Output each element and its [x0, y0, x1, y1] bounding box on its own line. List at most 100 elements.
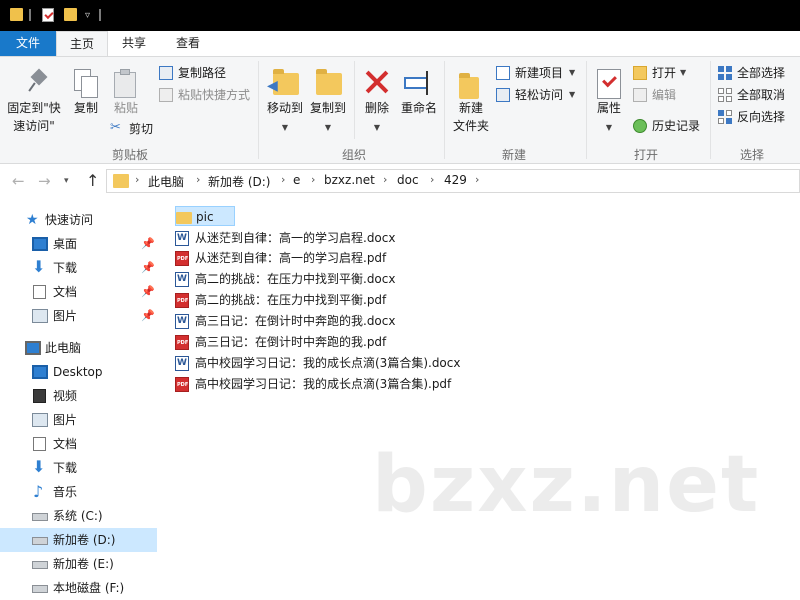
select-none-icon	[718, 88, 732, 102]
edit-icon	[633, 88, 647, 102]
breadcrumb-drive-d[interactable]: 新加卷 (D:)	[208, 173, 270, 190]
group-divider	[710, 61, 711, 159]
properties-button[interactable]: 属性 ▼	[591, 63, 627, 137]
sidebar-item-label: 视频	[53, 389, 78, 403]
chevron-down-icon: ▼	[324, 123, 332, 132]
breadcrumb-separator-icon[interactable]: ›	[135, 173, 139, 186]
forward-arrow-icon[interactable]: →	[38, 172, 51, 190]
chevron-down-icon: ▼	[373, 123, 381, 132]
sidebar-item-label: 新加卷 (E:)	[53, 557, 114, 571]
breadcrumb-bzxz[interactable]: bzxz.net	[324, 173, 375, 187]
breadcrumb-separator-icon[interactable]: ›	[196, 173, 200, 186]
history-label: 历史记录	[652, 119, 701, 133]
sidebar-item-pc-downloads[interactable]: ⬇ 下载	[0, 456, 157, 480]
select-all-label: 全部选择	[737, 66, 786, 80]
new-folder-button[interactable]: 新建 文件夹	[449, 63, 493, 135]
folder-icon[interactable]	[10, 8, 23, 21]
sidebar-item-drive-d[interactable]: 新加卷 (D:)	[0, 528, 157, 552]
tab-home[interactable]: 主页	[56, 31, 108, 56]
select-all-icon	[718, 66, 732, 80]
copy-button[interactable]: 复制	[68, 63, 104, 117]
properties-check-icon[interactable]	[42, 8, 54, 22]
toolbar-separator	[99, 9, 101, 21]
pin-icon[interactable]: 📌	[141, 280, 155, 304]
new-folder-label-line1: 新建	[458, 101, 483, 115]
navigation-bar: ← → ▾ ↑ › 此电脑 › 新加卷 (D:) › e › bzxz.net …	[0, 165, 800, 198]
pin-icon[interactable]: 📌	[141, 304, 155, 328]
sidebar-item-this-pc[interactable]: 此电脑	[0, 336, 157, 360]
sidebar-item-pc-desktop[interactable]: Desktop	[0, 360, 157, 384]
title-bar: ▿	[0, 0, 800, 31]
drive-icon	[32, 513, 48, 521]
new-folder-icon[interactable]	[64, 8, 77, 21]
word-document-icon	[175, 311, 189, 331]
back-arrow-icon[interactable]: ←	[12, 172, 25, 190]
select-group-label: 选择	[739, 148, 764, 162]
sidebar-item-label: 新加卷 (D:)	[53, 533, 116, 547]
breadcrumb-separator-icon[interactable]: ›	[383, 173, 387, 186]
pin-label-line2: 速访问"	[13, 119, 55, 133]
pin-icon[interactable]: 📌	[141, 232, 155, 256]
history-clock-icon	[633, 119, 647, 133]
delete-x-icon	[364, 69, 390, 95]
watermark: bzxz.net	[372, 440, 761, 530]
rename-button[interactable]: 重命名	[398, 63, 440, 117]
file-list: pic 从迷茫到自律：高一的学习启程.docx 从迷茫到自律：高一的学习启程.p…	[157, 198, 800, 600]
breadcrumb-doc[interactable]: doc	[397, 173, 419, 187]
sidebar-item-downloads[interactable]: ⬇ 下载 📌	[0, 256, 157, 280]
sidebar-item-videos[interactable]: 视频	[0, 384, 157, 408]
copy-to-button[interactable]: 复制到 ▼	[306, 63, 350, 137]
pin-icon[interactable]: 📌	[141, 256, 155, 280]
new-item-icon	[496, 66, 510, 80]
up-arrow-icon[interactable]: ↑	[86, 171, 99, 190]
download-icon: ⬇	[32, 457, 46, 476]
sidebar-item-drive-c[interactable]: 系统 (C:)	[0, 504, 157, 528]
address-bar[interactable]: › 此电脑 › 新加卷 (D:) › e › bzxz.net › doc › …	[106, 169, 800, 193]
copy-icon	[74, 69, 98, 99]
list-item[interactable]: pic	[175, 206, 235, 226]
new-group-label: 新建	[501, 148, 526, 162]
copy-folder-icon	[316, 69, 342, 95]
organize-group-label: 组织	[341, 148, 366, 162]
chevron-down-icon: ▼	[605, 123, 613, 132]
navigation-pane: ★ 快速访问 桌面 📌 ⬇ 下载 📌 文档 📌 图片 📌 此电脑 Desktop…	[0, 198, 157, 600]
customize-toolbar-dropdown-icon[interactable]: ▿	[85, 10, 90, 21]
sidebar-item-quick-access[interactable]: ★ 快速访问	[0, 208, 157, 232]
delete-button[interactable]: 删除 ▼	[360, 63, 394, 137]
ribbon: 固定到"快 速访问" 复制 粘贴 复制路径 粘贴快捷方式 ✂ 剪切 剪贴板 ◀ …	[0, 56, 800, 164]
move-to-button[interactable]: ◀ 移动到 ▼	[263, 63, 307, 137]
breadcrumb-e[interactable]: e	[293, 173, 300, 187]
rename-label: 重命名	[400, 101, 437, 115]
sidebar-item-music[interactable]: ♪ 音乐	[0, 480, 157, 504]
file-name: 高三日记：在倒计时中奔跑的我.pdf	[195, 335, 387, 349]
breadcrumb-this-pc[interactable]: 此电脑	[148, 173, 184, 190]
sidebar-item-label: 图片	[53, 309, 78, 323]
sidebar-item-documents[interactable]: 文档 📌	[0, 280, 157, 304]
star-icon: ★	[26, 212, 39, 228]
breadcrumb-separator-icon[interactable]: ›	[475, 173, 479, 186]
breadcrumb-separator-icon[interactable]: ›	[311, 173, 315, 186]
tab-share[interactable]: 共享	[112, 31, 156, 56]
sidebar-item-drive-f[interactable]: 本地磁盘 (F:)	[0, 576, 157, 600]
computer-icon	[25, 341, 41, 355]
recent-locations-chevron-icon[interactable]: ▾	[64, 176, 69, 186]
drive-icon	[32, 537, 48, 545]
tab-file[interactable]: 文件	[0, 31, 56, 56]
sidebar-item-pc-documents[interactable]: 文档	[0, 432, 157, 456]
sidebar-item-label: 此电脑	[45, 341, 82, 355]
pdf-icon	[175, 333, 189, 353]
picture-icon	[32, 309, 48, 323]
sidebar-item-pc-pictures[interactable]: 图片	[0, 408, 157, 432]
tab-view[interactable]: 查看	[164, 31, 212, 56]
properties-icon	[597, 69, 621, 99]
word-document-icon	[175, 269, 189, 289]
sidebar-item-desktop[interactable]: 桌面 📌	[0, 232, 157, 256]
breadcrumb-separator-icon[interactable]: ›	[281, 173, 285, 186]
pin-to-quick-access-button[interactable]: 固定到"快 速访问"	[4, 63, 64, 135]
paste-button[interactable]: 粘贴	[108, 63, 144, 117]
breadcrumb-separator-icon[interactable]: ›	[430, 173, 434, 186]
sidebar-item-drive-e[interactable]: 新加卷 (E:)	[0, 552, 157, 576]
sidebar-item-pictures[interactable]: 图片 📌	[0, 304, 157, 328]
pin-icon	[28, 69, 50, 95]
breadcrumb-429[interactable]: 429	[444, 173, 467, 187]
